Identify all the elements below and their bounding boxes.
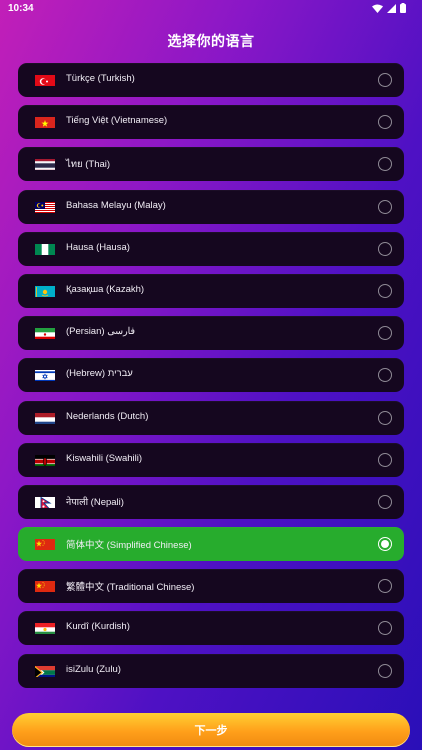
radio-unchecked-icon[interactable] [378, 115, 392, 130]
language-option-kazakhstan[interactable]: Қазақша (Kazakh) [18, 273, 404, 308]
language-label: Nederlands (Dutch) [66, 410, 149, 422]
language-list: Türkçe (Turkish) Tiếng Việt (Vietnamese) ไ… [18, 63, 404, 696]
language-label: Kiswahili (Swahili) [66, 452, 143, 464]
nigeria-flag-icon [35, 242, 55, 255]
language-label: 繁體中文 (Traditional Chinese) [66, 582, 195, 594]
netherlands-flag-icon [35, 411, 55, 424]
language-label: Hausa (Hausa) [66, 241, 130, 253]
language-option-thailand[interactable]: ไทย (Thai) [18, 147, 404, 182]
language-label: Kurdî (Kurdish) [66, 621, 130, 633]
iran-flag-icon [35, 326, 55, 340]
radio-unchecked-icon[interactable] [378, 494, 392, 509]
vietnam-flag-icon [35, 115, 55, 129]
radio-unchecked-icon[interactable] [378, 663, 392, 678]
language-label: Қазақша (Kazakh) [66, 283, 145, 295]
language-option-netherlands[interactable]: Nederlands (Dutch) [18, 400, 404, 435]
radio-unchecked-icon[interactable] [378, 199, 392, 214]
china-flag-icon [35, 537, 55, 551]
radio-unchecked-icon[interactable] [378, 410, 392, 425]
language-label: Bahasa Melayu (Malay) [66, 199, 166, 211]
page-title: 选择你的语言 [167, 34, 255, 50]
status-time: 10:34 [8, 3, 34, 14]
language-option-china[interactable]: 简体中文 (Simplified Chinese) [18, 527, 404, 562]
thailand-flag-icon [35, 157, 55, 171]
language-option-iran[interactable]: (Persian) فارسی [18, 316, 404, 351]
language-option-vietnam[interactable]: Tiếng Việt (Vietnamese) [18, 105, 404, 140]
signal-icon [387, 3, 396, 13]
radio-unchecked-icon[interactable] [378, 241, 392, 256]
radio-unchecked-icon[interactable] [378, 579, 392, 594]
battery-icon [400, 3, 406, 13]
radio-unchecked-icon[interactable] [378, 283, 392, 298]
radio-unchecked-icon[interactable] [378, 157, 392, 172]
language-option-nigeria[interactable]: Hausa (Hausa) [18, 231, 404, 266]
status-icons [372, 3, 406, 13]
wifi-icon [372, 4, 383, 13]
language-label: (Persian) فارسی [66, 326, 136, 338]
next-button[interactable]: 下一步 [12, 713, 410, 747]
radio-unchecked-icon[interactable] [378, 368, 392, 383]
language-option-kurdistan[interactable]: Kurdî (Kurdish) [18, 611, 404, 646]
radio-unchecked-icon[interactable] [378, 73, 392, 87]
nepal-flag-icon [35, 495, 55, 508]
radio-unchecked-icon[interactable] [378, 326, 392, 341]
next-button-label: 下一步 [194, 724, 228, 737]
turkey-flag-icon [35, 73, 55, 86]
china-flag-icon [35, 579, 55, 593]
language-label: 简体中文 (Simplified Chinese) [66, 540, 192, 552]
language-option-china[interactable]: 繁體中文 (Traditional Chinese) [18, 569, 404, 604]
language-label: isiZulu (Zulu) [66, 663, 121, 675]
kazakhstan-flag-icon [35, 284, 55, 297]
language-label: Tiếng Việt (Vietnamese) [66, 115, 168, 127]
malaysia-flag-icon [35, 200, 55, 213]
language-label: (Hebrew) עברית [66, 368, 133, 380]
radio-unchecked-icon[interactable] [378, 621, 392, 636]
language-label: ไทย (Thai) [66, 159, 111, 171]
radio-unchecked-icon[interactable] [378, 452, 392, 467]
israel-flag-icon [35, 368, 55, 382]
kurdistan-flag-icon [35, 621, 55, 635]
language-option-nepal[interactable]: नेपाली (Nepali) [18, 484, 404, 519]
language-label: नेपाली (Nepali) [66, 496, 124, 508]
radio-checked-icon[interactable] [378, 537, 392, 552]
language-option-kenya[interactable]: Kiswahili (Swahili) [18, 442, 404, 477]
south-africa-flag-icon [35, 664, 55, 677]
language-option-malaysia[interactable]: Bahasa Melayu (Malay) [18, 189, 404, 224]
language-label: Türkçe (Turkish) [66, 73, 135, 84]
language-option-turkey[interactable]: Türkçe (Turkish) [18, 63, 404, 97]
language-option-israel[interactable]: (Hebrew) עברית [18, 358, 404, 393]
status-bar: 10:34 [0, 0, 422, 18]
language-option-south-africa[interactable]: isiZulu (Zulu) [18, 653, 404, 688]
kenya-flag-icon [35, 453, 55, 466]
